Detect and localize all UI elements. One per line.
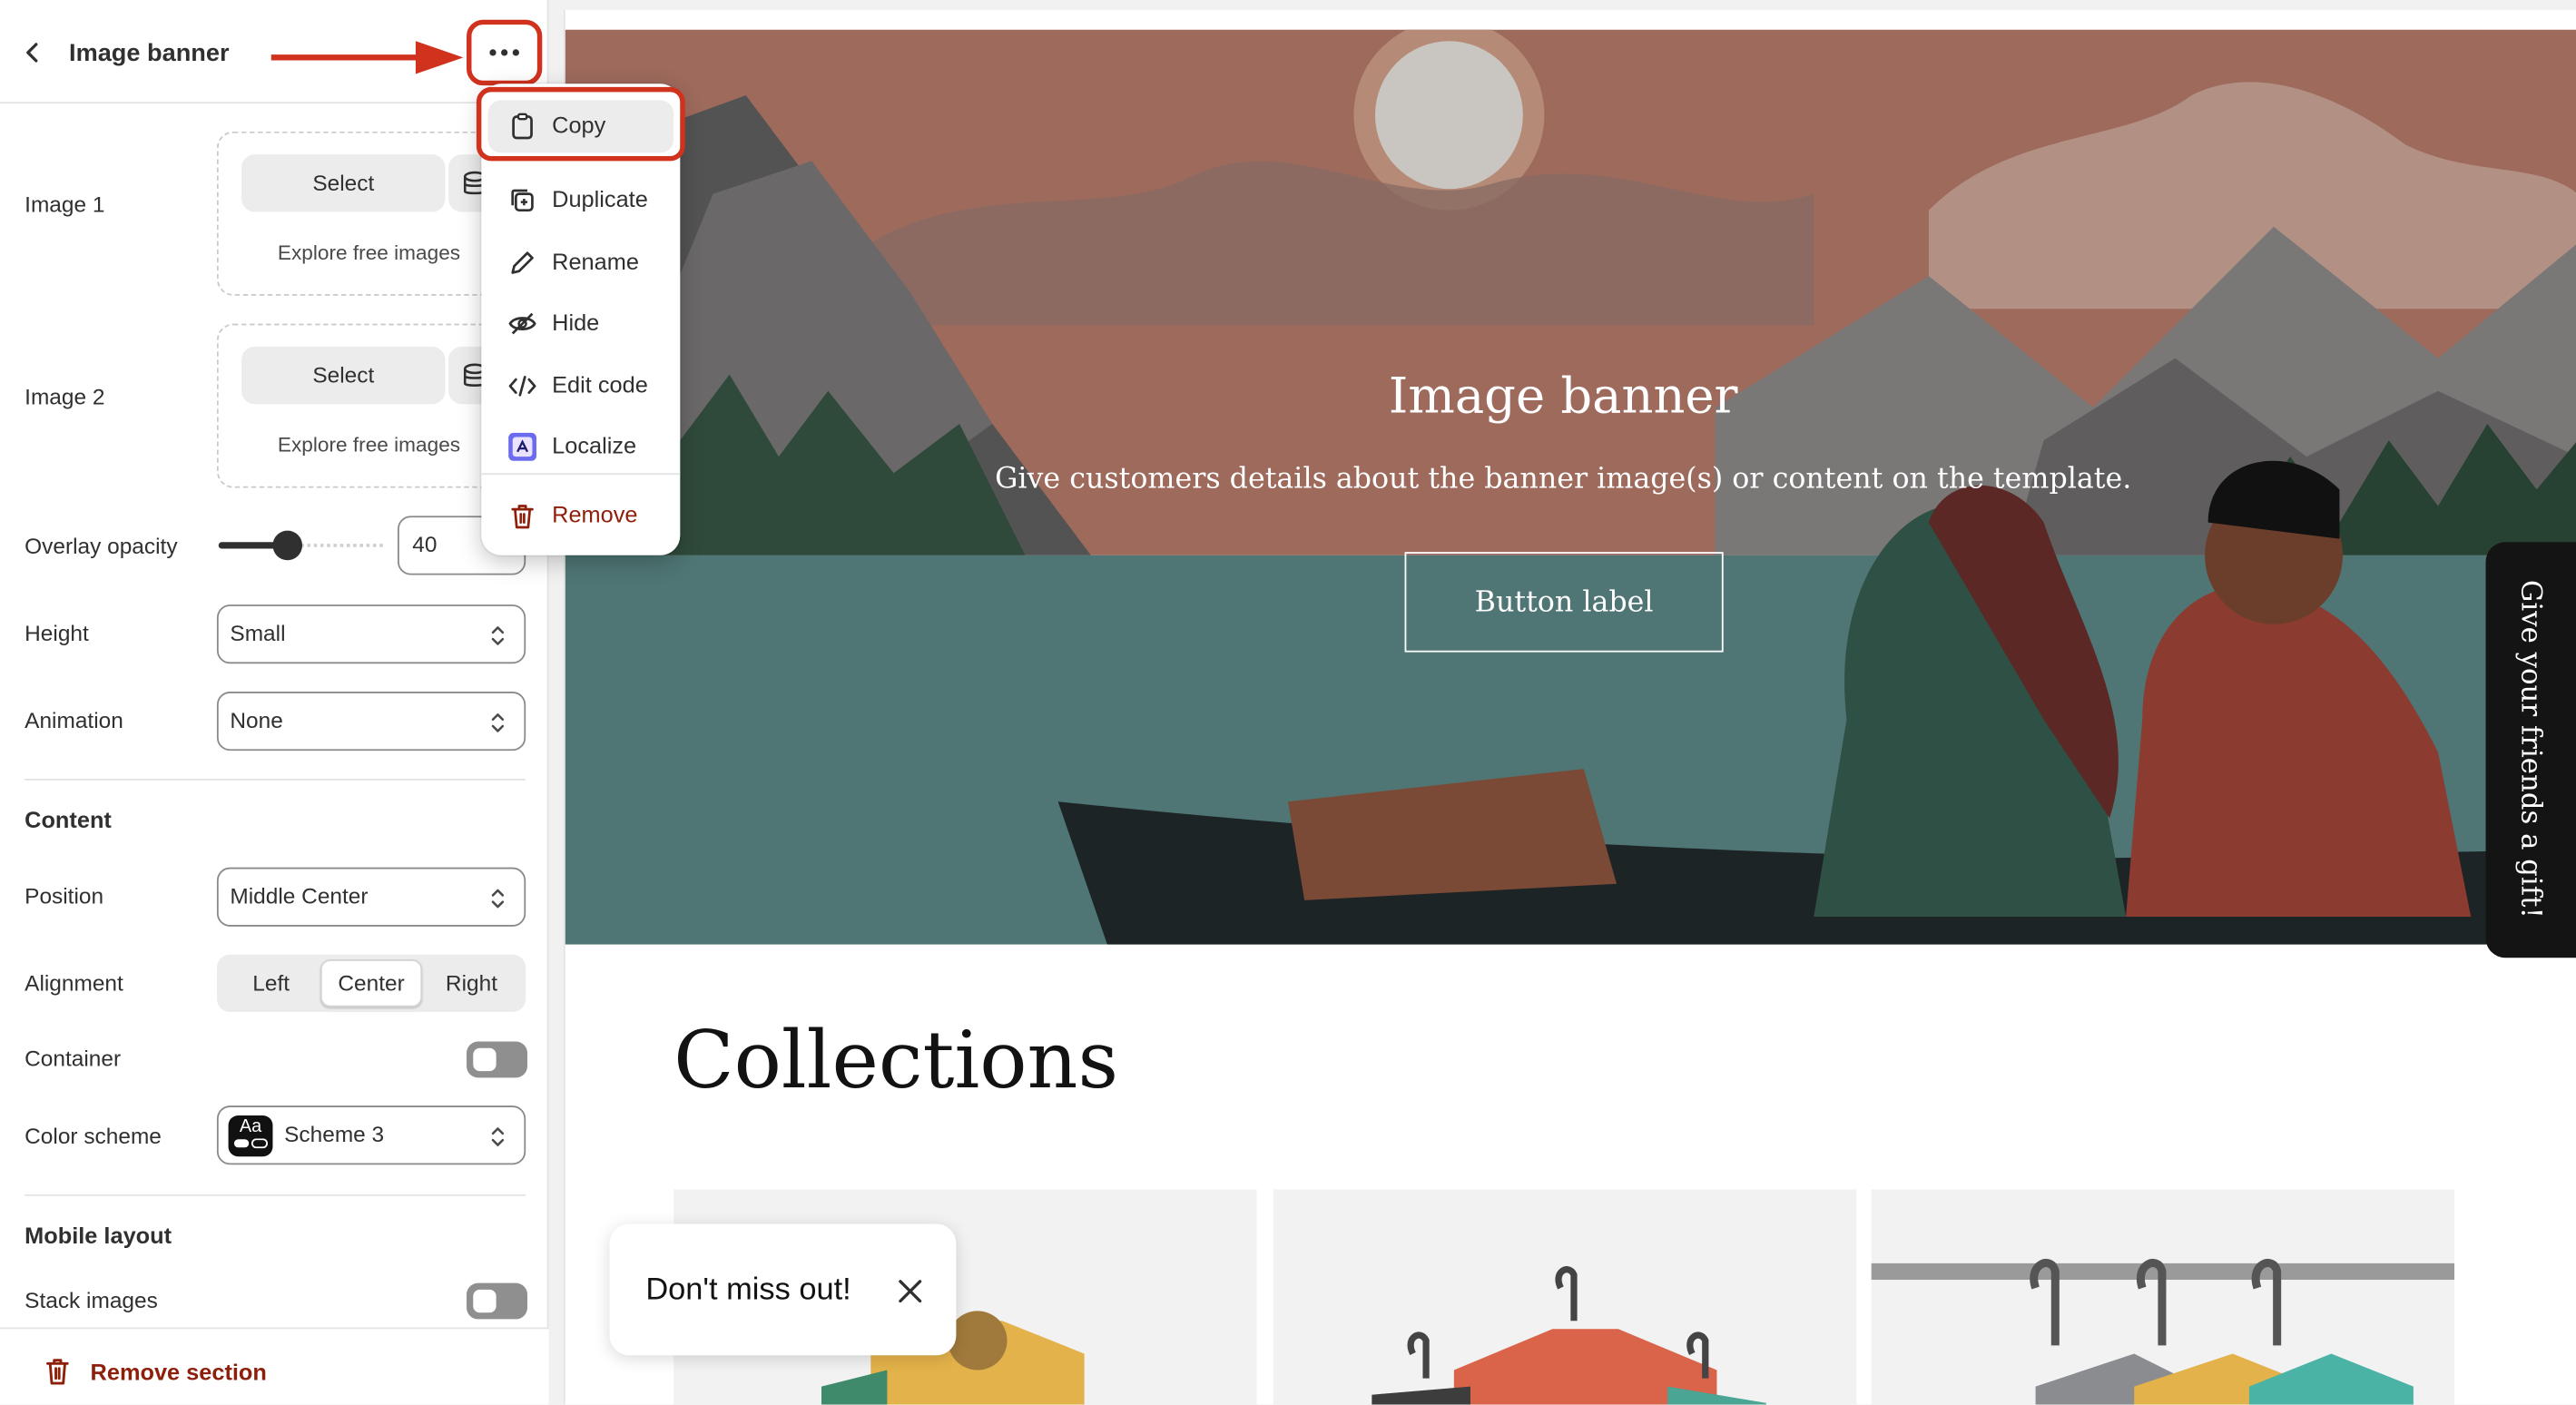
copy-highlight-annotation: [476, 86, 685, 162]
image2-select-button[interactable]: Select: [241, 346, 446, 405]
menu-item-remove[interactable]: Remove: [481, 486, 680, 543]
hangers-illustration: [1372, 1266, 1766, 1405]
gift-tab-label: Give your friends a gift!: [2513, 579, 2547, 919]
image1-explore-link[interactable]: Explore free images: [278, 241, 460, 264]
alignment-option-left[interactable]: Left: [223, 959, 319, 1007]
slider-thumb[interactable]: [272, 530, 303, 561]
menu-item-label: Remove: [552, 501, 638, 528]
height-value: Small: [230, 621, 286, 646]
chevron-up-down-icon: [491, 1127, 505, 1146]
theme-preview: Image banner Give customers details abou…: [563, 9, 2576, 1405]
overlay-opacity-label: Overlay opacity: [25, 534, 178, 559]
image2-label: Image 2: [25, 384, 105, 409]
eye-slash-icon: [508, 312, 536, 335]
trash-icon: [46, 1359, 69, 1385]
animation-label: Animation: [25, 708, 123, 733]
sidebar-title: Image banner: [69, 39, 230, 68]
more-actions-button[interactable]: [467, 19, 543, 86]
section-settings-sidebar: Image banner Image 1 Select Explore free…: [0, 0, 549, 1405]
back-button[interactable]: [16, 36, 49, 69]
alignment-label: Alignment: [25, 970, 123, 996]
menu-item-edit-code[interactable]: Edit code: [481, 357, 680, 413]
alignment-option-right[interactable]: Right: [424, 959, 519, 1007]
chevron-up-down-icon: [491, 713, 505, 732]
collections-heading: Collections: [673, 1015, 1119, 1107]
image1-select-button[interactable]: Select: [241, 154, 446, 212]
position-label: Position: [25, 883, 104, 909]
content-heading: Content: [25, 806, 112, 833]
animation-select[interactable]: None: [216, 692, 526, 752]
trash-icon: [511, 505, 534, 529]
color-scheme-swatch: Aa: [228, 1115, 273, 1157]
height-label: Height: [25, 621, 89, 646]
banner-heading: Image banner: [1388, 368, 1738, 426]
menu-item-localize[interactable]: Localize: [481, 418, 680, 474]
newsletter-toast: Don't miss out!: [609, 1223, 957, 1356]
container-label: Container: [25, 1046, 122, 1072]
ellipsis-icon: [489, 49, 519, 56]
image2-picker: Select Explore free images: [216, 323, 526, 488]
color-scheme-value: Scheme 3: [284, 1122, 385, 1147]
image1-label: Image 1: [25, 192, 105, 217]
sidebar-footer: Remove section: [0, 1327, 549, 1405]
menu-item-label: Hide: [552, 309, 600, 336]
banner-subheading: Give customers details about the banner …: [995, 463, 2132, 496]
height-select[interactable]: Small: [216, 604, 526, 664]
stack-images-toggle[interactable]: [467, 1282, 528, 1320]
collection-card[interactable]: [1273, 1189, 1857, 1405]
pencil-icon: [511, 251, 534, 274]
sidebar-header: Image banner: [0, 0, 549, 104]
divider: [25, 778, 526, 781]
menu-item-duplicate[interactable]: Duplicate: [481, 171, 680, 227]
chevron-up-down-icon: [491, 889, 505, 909]
annotation-arrow-icon: [270, 41, 464, 74]
image2-explore-link[interactable]: Explore free images: [278, 434, 460, 457]
banner-button[interactable]: Button label: [1404, 552, 1724, 653]
remove-section-button[interactable]: Remove section: [91, 1359, 267, 1385]
code-icon: [508, 376, 536, 397]
color-scheme-select[interactable]: Aa Scheme 3: [216, 1105, 526, 1165]
menu-item-label: Edit code: [552, 371, 648, 398]
rack-illustration: [1871, 1259, 2455, 1405]
container-toggle[interactable]: [467, 1041, 528, 1078]
animation-value: None: [230, 708, 283, 733]
chevron-up-down-icon: [491, 626, 505, 645]
menu-item-label: Duplicate: [552, 185, 648, 212]
duplicate-icon: [511, 189, 534, 212]
menu-separator: [481, 473, 681, 476]
color-scheme-label: Color scheme: [25, 1124, 162, 1149]
collection-card[interactable]: [1871, 1189, 2455, 1405]
alignment-option-center[interactable]: Center: [320, 959, 423, 1007]
menu-item-hide[interactable]: Hide: [481, 294, 680, 350]
toggle-knob: [473, 1047, 497, 1072]
toast-text: Don't miss out!: [645, 1272, 851, 1308]
gift-tab[interactable]: Give your friends a gift!: [2485, 542, 2576, 958]
mobile-layout-heading: Mobile layout: [25, 1222, 172, 1249]
chevron-left-icon: [26, 43, 38, 63]
menu-item-label: Rename: [552, 248, 639, 275]
swatch-pills-icon: [233, 1138, 269, 1149]
image-banner-section: Image banner Give customers details abou…: [565, 29, 2576, 945]
menu-item-rename[interactable]: Rename: [481, 233, 680, 290]
alignment-segmented-control: Left Center Right: [216, 954, 526, 1012]
toggle-knob: [473, 1289, 497, 1313]
divider: [25, 1194, 526, 1196]
stack-images-label: Stack images: [25, 1288, 158, 1313]
color-scheme-badge-text: Aa: [239, 1116, 262, 1137]
close-icon[interactable]: [897, 1278, 923, 1304]
position-value: Middle Center: [230, 883, 369, 909]
position-select[interactable]: Middle Center: [216, 867, 526, 927]
menu-item-label: Localize: [552, 432, 637, 458]
localize-icon: [508, 432, 536, 461]
